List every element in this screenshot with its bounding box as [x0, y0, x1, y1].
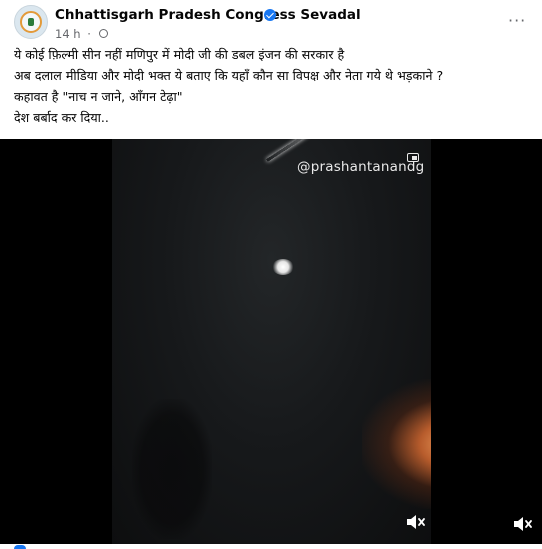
picture-in-picture-icon[interactable] — [407, 153, 419, 162]
caption-line: देश बर्बाद कर दिया.. — [14, 110, 109, 125]
caption-line: अब दलाल मीडिया और मोदी भक्त ये बताए कि य… — [14, 68, 444, 83]
caption-line: ये कोई फ़िल्मी सीन नहीं मणिपुर में मोदी … — [14, 47, 345, 62]
page-avatar[interactable] — [14, 5, 48, 39]
video-fire-glow — [362, 379, 431, 509]
post-time[interactable]: 14 h — [55, 27, 81, 41]
post-meta: 14 h · — [55, 26, 108, 41]
meta-separator: · — [87, 26, 91, 41]
post-header: Chhattisgarh Pradesh Congress Sevadal 14… — [0, 0, 542, 44]
more-options-icon[interactable]: ··· — [508, 11, 526, 30]
post-caption: ये कोई फ़िल्मी सीन नहीं मणिपुर में मोदी … — [14, 44, 534, 128]
logo-icon — [20, 11, 42, 33]
video-flare — [272, 259, 294, 275]
speaker-muted-icon[interactable] — [511, 513, 533, 535]
commenter-avatar — [14, 545, 26, 549]
caption-line: कहावत है "नाच न जाने, आँगन टेढ़ा" — [14, 89, 183, 104]
speaker-muted-icon[interactable] — [404, 511, 426, 533]
video-watermark: @prashantanandg — [297, 159, 425, 175]
verified-badge-icon — [264, 9, 276, 21]
globe-icon[interactable] — [98, 29, 108, 38]
video-frame[interactable]: @prashantanandg — [112, 139, 431, 544]
video-figure-shadow — [132, 399, 212, 539]
page-name[interactable]: Chhattisgarh Pradesh Congress Sevadal — [55, 7, 361, 23]
